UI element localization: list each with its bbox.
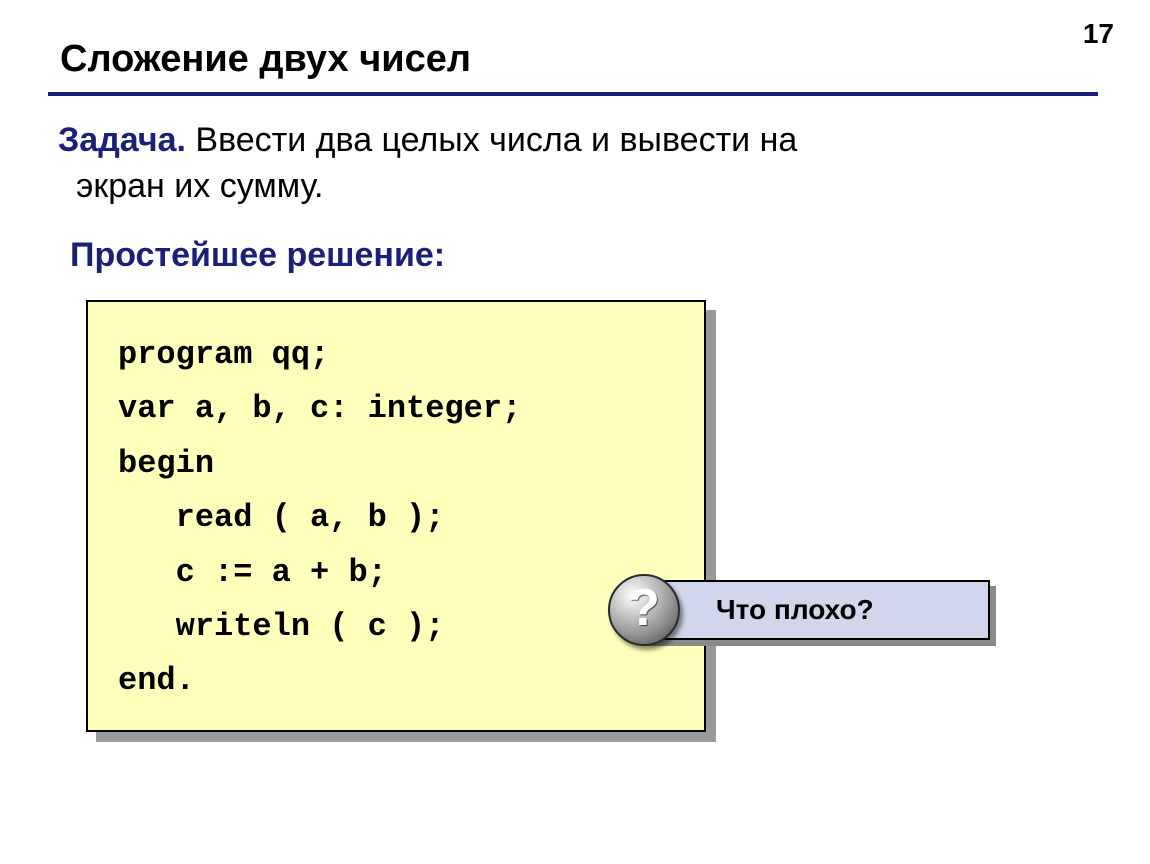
callout-container: ? Что плохо? — [636, 580, 990, 640]
slide-title: Сложение двух чисел — [60, 38, 471, 81]
task-block: Задача. Ввести два целых числа и вывести… — [58, 118, 1038, 210]
question-mark-icon: ? — [608, 574, 680, 646]
solution-label: Простейшее решение: — [70, 236, 445, 275]
question-mark-glyph: ? — [628, 582, 660, 634]
task-text-line1: Ввести два целых числа и вывести на — [186, 121, 797, 159]
task-label: Задача. — [58, 121, 186, 159]
page-number: 17 — [1083, 18, 1114, 50]
task-text-line2: экран их сумму. — [58, 167, 324, 205]
title-underline — [48, 92, 1098, 96]
code-block-container: program qq; var a, b, c: integer; begin … — [86, 300, 706, 732]
code-block: program qq; var a, b, c: integer; begin … — [86, 300, 706, 732]
callout-text: Что плохо? — [716, 594, 874, 626]
callout-box: ? Что плохо? — [636, 580, 990, 640]
